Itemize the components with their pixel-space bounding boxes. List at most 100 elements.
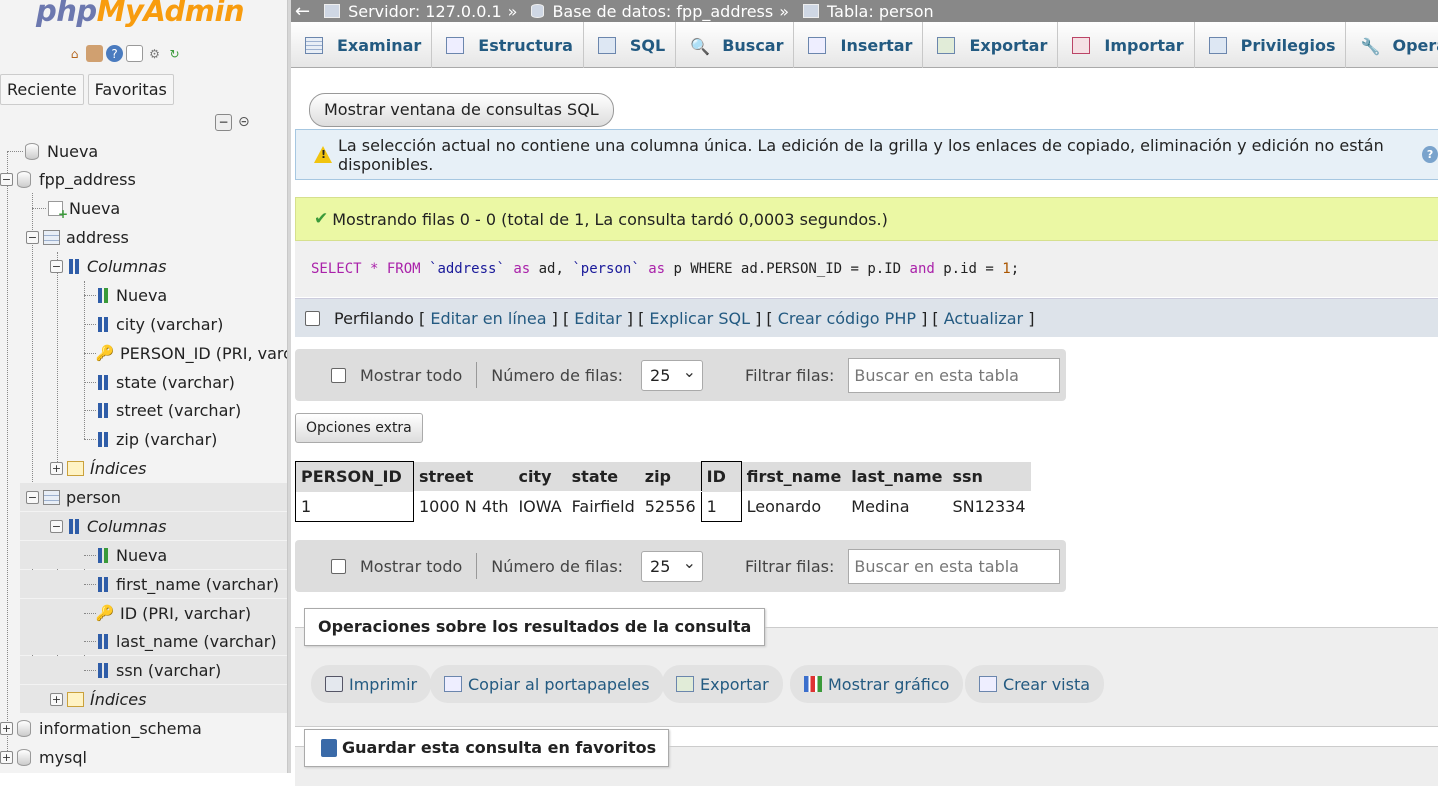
phpmyadmin-logo[interactable]: phpMyAdmin <box>36 0 245 28</box>
tree-item-column-id[interactable]: 🔑 ID (PRI, varchar) <box>20 599 287 627</box>
warning-icon <box>314 146 332 163</box>
tab-buscar[interactable]: 🔍 Buscar <box>676 22 795 68</box>
table-cell[interactable]: Fairfield <box>566 491 640 522</box>
copy-to-clipboard-button[interactable]: Copiar al portapapeles <box>430 665 664 703</box>
breadcrumb-server[interactable]: Servidor: 127.0.0.1 <box>348 2 502 21</box>
collapse-all-icon[interactable]: − <box>215 114 232 131</box>
tree-item-column-ssn[interactable]: ssn (varchar) <box>20 656 287 684</box>
tab-sql[interactable]: SQL <box>584 22 677 68</box>
favorites-tab[interactable]: Favoritas <box>87 74 174 105</box>
tab-exportar[interactable]: Exportar <box>923 22 1059 68</box>
tree-item-table-address[interactable]: − address <box>26 223 129 251</box>
home-icon[interactable]: ⌂ <box>66 45 83 62</box>
expand-icon[interactable]: + <box>50 692 63 706</box>
tree-item-column-person-id[interactable]: 🔑PERSON_ID (PRI, varchar) <box>84 339 287 367</box>
show-sql-window-button[interactable]: Mostrar ventana de consultas SQL <box>309 93 614 127</box>
tree-item-person-new-column[interactable]: Nueva <box>20 541 287 569</box>
table-cell[interactable]: 1 <box>295 491 414 522</box>
tree-item-address-new-column[interactable]: Nueva <box>84 281 167 309</box>
tree-item-column-first-name[interactable]: first_name (varchar) <box>20 570 287 598</box>
profiling-checkbox[interactable] <box>305 310 320 326</box>
tab-importar[interactable]: Importar <box>1058 22 1195 68</box>
export-button[interactable]: Exportar <box>662 665 783 703</box>
tree-item-new-table[interactable]: Nueva <box>32 194 120 222</box>
refresh-link[interactable]: Actualizar <box>944 309 1023 328</box>
show-all-checkbox[interactable] <box>331 558 346 574</box>
edit-inline-link[interactable]: Editar en línea <box>430 309 546 328</box>
docs-icon[interactable] <box>126 45 143 62</box>
table-cell[interactable]: SN12334 <box>947 491 1031 522</box>
tree-item-db-mysql[interactable]: + mysql <box>0 743 87 771</box>
tree-item-table-person[interactable]: − person <box>20 483 287 511</box>
tree-item-address-indices[interactable]: + Índices <box>50 454 146 482</box>
expand-icon[interactable]: + <box>0 721 13 735</box>
display-chart-button[interactable]: Mostrar gráfico <box>790 665 964 703</box>
bookmark-query-title[interactable]: Guardar esta consulta en favoritos <box>304 729 670 767</box>
tree-item-db-fpp-address[interactable]: − fpp_address <box>0 165 136 193</box>
tree-item-db-information-schema[interactable]: + information_schema <box>0 714 202 742</box>
tab-privilegios[interactable]: Privilegios <box>1195 22 1347 68</box>
column-header-person-id[interactable]: PERSON_ID <box>295 461 414 492</box>
breadcrumb-separator: » <box>507 1 518 21</box>
tree-item-column-street[interactable]: street (varchar) <box>84 396 241 424</box>
rows-per-page-select[interactable]: 25 <box>641 359 704 391</box>
column-header-first-name[interactable]: first_name <box>741 461 847 492</box>
show-all-checkbox[interactable] <box>331 367 346 383</box>
tree-item-column-zip[interactable]: zip (varchar) <box>84 425 217 453</box>
expand-icon[interactable]: + <box>50 461 63 475</box>
table-cell[interactable]: 52556 <box>639 491 702 522</box>
breadcrumb: ← Servidor: 127.0.0.1 » Base de datos: f… <box>291 0 1438 22</box>
tab-insertar[interactable]: Insertar <box>794 22 924 68</box>
tree-item-column-city[interactable]: city (varchar) <box>84 310 223 338</box>
filter-rows-input[interactable]: Buscar en esta tabla <box>848 548 1061 584</box>
column-header-city[interactable]: city <box>513 461 567 492</box>
extra-options-button[interactable]: Opciones extra <box>295 413 423 443</box>
tab-examinar[interactable]: Examinar <box>291 22 433 68</box>
link-with-main-icon[interactable]: ⊝ <box>238 114 250 130</box>
table-cell[interactable]: 1000 N 4th <box>413 491 514 522</box>
column-header-last-name[interactable]: last_name <box>846 461 948 492</box>
collapse-icon[interactable]: − <box>50 259 63 273</box>
breadcrumb-table[interactable]: Tabla: person <box>827 2 934 21</box>
help-icon[interactable]: ? <box>1422 146 1438 163</box>
help-icon[interactable]: ? <box>106 45 123 62</box>
tree-item-address-columns[interactable]: − Columnas <box>50 252 166 280</box>
collapse-icon[interactable]: − <box>0 172 13 186</box>
tab-operaciones[interactable]: 🔧Operaciones <box>1346 22 1438 68</box>
create-view-icon <box>979 676 997 692</box>
column-header-ssn[interactable]: ssn <box>947 461 1031 492</box>
table-cell[interactable]: Medina <box>846 491 948 522</box>
expand-icon[interactable]: + <box>0 750 13 764</box>
collapse-icon[interactable]: − <box>26 490 39 504</box>
table-cell[interactable]: 1 <box>700 491 742 522</box>
rows-per-page-select[interactable]: 25 <box>641 550 704 582</box>
table-cell[interactable]: Leonardo <box>741 491 847 522</box>
tree-item-new-database[interactable]: Nueva <box>7 137 98 165</box>
collapse-icon[interactable]: − <box>50 519 63 533</box>
tree-item-column-last-name[interactable]: last_name (varchar) <box>20 627 287 655</box>
filter-rows-input[interactable]: Buscar en esta tabla <box>848 357 1061 393</box>
reload-icon[interactable]: ↻ <box>166 45 183 62</box>
results-table: PERSON_ID street city state zip ID first… <box>295 461 1031 522</box>
edit-link[interactable]: Editar <box>574 309 621 328</box>
create-php-code-link[interactable]: Crear código PHP <box>778 309 916 328</box>
tree-item-person-columns[interactable]: − Columnas <box>20 512 287 540</box>
collapse-icon[interactable]: − <box>26 230 39 244</box>
tree-item-column-state[interactable]: state (varchar) <box>84 368 235 396</box>
tree-item-person-indices[interactable]: + Índices <box>20 685 287 713</box>
privileges-icon <box>1208 36 1227 54</box>
table-cell[interactable]: IOWA <box>513 491 567 522</box>
column-header-street[interactable]: street <box>413 461 514 492</box>
column-header-id[interactable]: ID <box>700 461 742 492</box>
back-arrow-icon[interactable]: ← <box>295 1 310 22</box>
column-header-zip[interactable]: zip <box>639 461 702 492</box>
tab-estructura[interactable]: Estructura <box>432 22 584 68</box>
settings-gear-icon[interactable]: ⚙ <box>146 45 163 62</box>
print-button[interactable]: Imprimir <box>311 665 432 703</box>
create-view-button[interactable]: Crear vista <box>965 665 1105 703</box>
recent-tab[interactable]: Reciente <box>0 74 84 105</box>
column-header-state[interactable]: state <box>566 461 640 492</box>
explain-sql-link[interactable]: Explicar SQL <box>649 309 750 328</box>
breadcrumb-database[interactable]: Base de datos: fpp_address <box>552 2 773 21</box>
logout-icon[interactable] <box>86 45 103 62</box>
